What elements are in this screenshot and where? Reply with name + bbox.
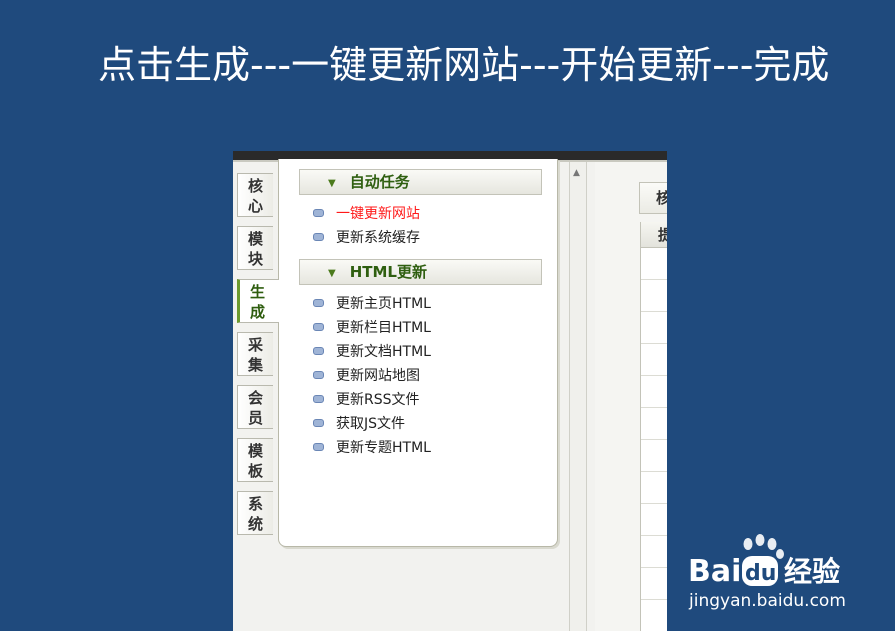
menu-item-label: 更新栏目HTML: [336, 320, 431, 336]
chevron-down-icon: ▼: [328, 178, 336, 189]
vtab-core[interactable]: 核 心: [237, 173, 273, 217]
menu-item-label: 获取JS文件: [336, 416, 406, 432]
vtab-label: 块: [248, 250, 264, 268]
menu-item-label: 更新专题HTML: [336, 440, 431, 456]
scroll-up-arrow-icon[interactable]: ▲: [573, 168, 580, 178]
vtab-label: 生: [250, 283, 266, 301]
table-row: [641, 600, 667, 631]
menu-item-label: 更新系统缓存: [336, 230, 420, 246]
vtab-modules[interactable]: 模 块: [237, 226, 273, 270]
menu-item-label: 更新主页HTML: [336, 296, 431, 312]
scrollbar[interactable]: ▲: [569, 162, 587, 631]
bullet-icon: [313, 419, 324, 427]
vertical-tab-bar: 核 心 模 块 生 成 采 集 会 员 模 板 系 统: [237, 173, 279, 544]
section-header-html-update[interactable]: ▼ HTML更新: [299, 259, 542, 285]
menu-item-update-doc-html[interactable]: 更新文档HTML: [313, 341, 431, 363]
bullet-icon: [313, 209, 324, 217]
vtab-label: 成: [250, 303, 266, 321]
table-row: [641, 504, 667, 536]
table-row: [641, 248, 667, 280]
bullet-icon: [313, 347, 324, 355]
table-row: [641, 536, 667, 568]
vtab-label: 心: [248, 197, 264, 215]
app-screenshot: 核 心 模 块 生 成 采 集 会 员 模 板 系 统 ▼ 自动任务 一键更新网…: [233, 151, 667, 631]
vtab-system[interactable]: 系 统: [237, 491, 273, 535]
content-tab[interactable]: 核: [639, 182, 667, 214]
slide-title: 点击生成---一键更新网站---开始更新---完成: [98, 43, 830, 87]
menu-item-update-sitemap[interactable]: 更新网站地图: [313, 365, 420, 387]
content-tab-label: 核: [656, 189, 667, 207]
brand-cn: 经验: [784, 555, 840, 588]
vtab-templates[interactable]: 模 板: [237, 438, 273, 482]
table-row: [641, 472, 667, 504]
bullet-icon: [313, 299, 324, 307]
menu-item-label: 更新文档HTML: [336, 344, 431, 360]
vtab-label: 系: [248, 495, 264, 513]
table-row: [641, 408, 667, 440]
vtab-label: 板: [248, 462, 264, 480]
bullet-icon: [313, 233, 324, 241]
baidu-paw-icon: [743, 534, 784, 559]
vtab-label: 模: [248, 230, 264, 248]
vtab-label: 核: [248, 177, 264, 195]
vtab-label: 员: [248, 409, 264, 427]
chevron-down-icon: ▼: [328, 268, 336, 279]
menu-item-update-topic-html[interactable]: 更新专题HTML: [313, 437, 431, 459]
vtab-label: 集: [248, 356, 264, 374]
vtab-label: 模: [248, 442, 264, 460]
table-row: [641, 280, 667, 312]
section-title: 自动任务: [349, 173, 410, 191]
bullet-icon: [313, 443, 324, 451]
bullet-icon: [313, 323, 324, 331]
section-header-auto-tasks[interactable]: ▼ 自动任务: [299, 169, 542, 195]
menu-item-get-js[interactable]: 获取JS文件: [313, 413, 405, 435]
menu-item-label: 更新RSS文件: [336, 392, 420, 408]
table-header-label: 提: [658, 226, 667, 244]
table-row: [641, 440, 667, 472]
table-header: 提: [641, 222, 667, 248]
menu-item-update-rss[interactable]: 更新RSS文件: [313, 389, 420, 411]
content-table: 提: [640, 222, 667, 631]
brand-left: Bai: [688, 554, 741, 589]
menu-item-update-home-html[interactable]: 更新主页HTML: [313, 293, 431, 315]
bullet-icon: [313, 371, 324, 379]
baidu-logo: Bai du 经验: [688, 534, 840, 589]
table-row: [641, 312, 667, 344]
vtab-collect[interactable]: 采 集: [237, 332, 273, 376]
menu-item-update-site[interactable]: 一键更新网站: [313, 203, 420, 225]
section-title: HTML更新: [349, 263, 427, 281]
menu-item-update-column-html[interactable]: 更新栏目HTML: [313, 317, 431, 339]
vtab-members[interactable]: 会 员: [237, 385, 273, 429]
baidu-jingyan-watermark: Bai du 经验 jingyan.baidu.com: [688, 534, 868, 614]
vtab-label: 统: [248, 515, 264, 533]
generate-menu-panel: ▼ 自动任务 一键更新网站 更新系统缓存 ▼ HTML更新 更新主页HTML 更新栏…: [278, 159, 558, 547]
brand-right: du: [745, 561, 776, 586]
menu-item-label: 更新网站地图: [336, 368, 420, 384]
menu-item-label: 一键更新网站: [336, 206, 420, 222]
vtab-generate[interactable]: 生 成: [237, 279, 279, 323]
content-pane: 核 提: [595, 162, 667, 631]
table-row: [641, 568, 667, 600]
watermark-url: jingyan.baidu.com: [689, 591, 846, 611]
bullet-icon: [313, 395, 324, 403]
menu-item-update-cache[interactable]: 更新系统缓存: [313, 227, 420, 249]
table-row: [641, 376, 667, 408]
vtab-label: 会: [248, 389, 264, 407]
vtab-label: 采: [248, 336, 264, 354]
table-row: [641, 344, 667, 376]
